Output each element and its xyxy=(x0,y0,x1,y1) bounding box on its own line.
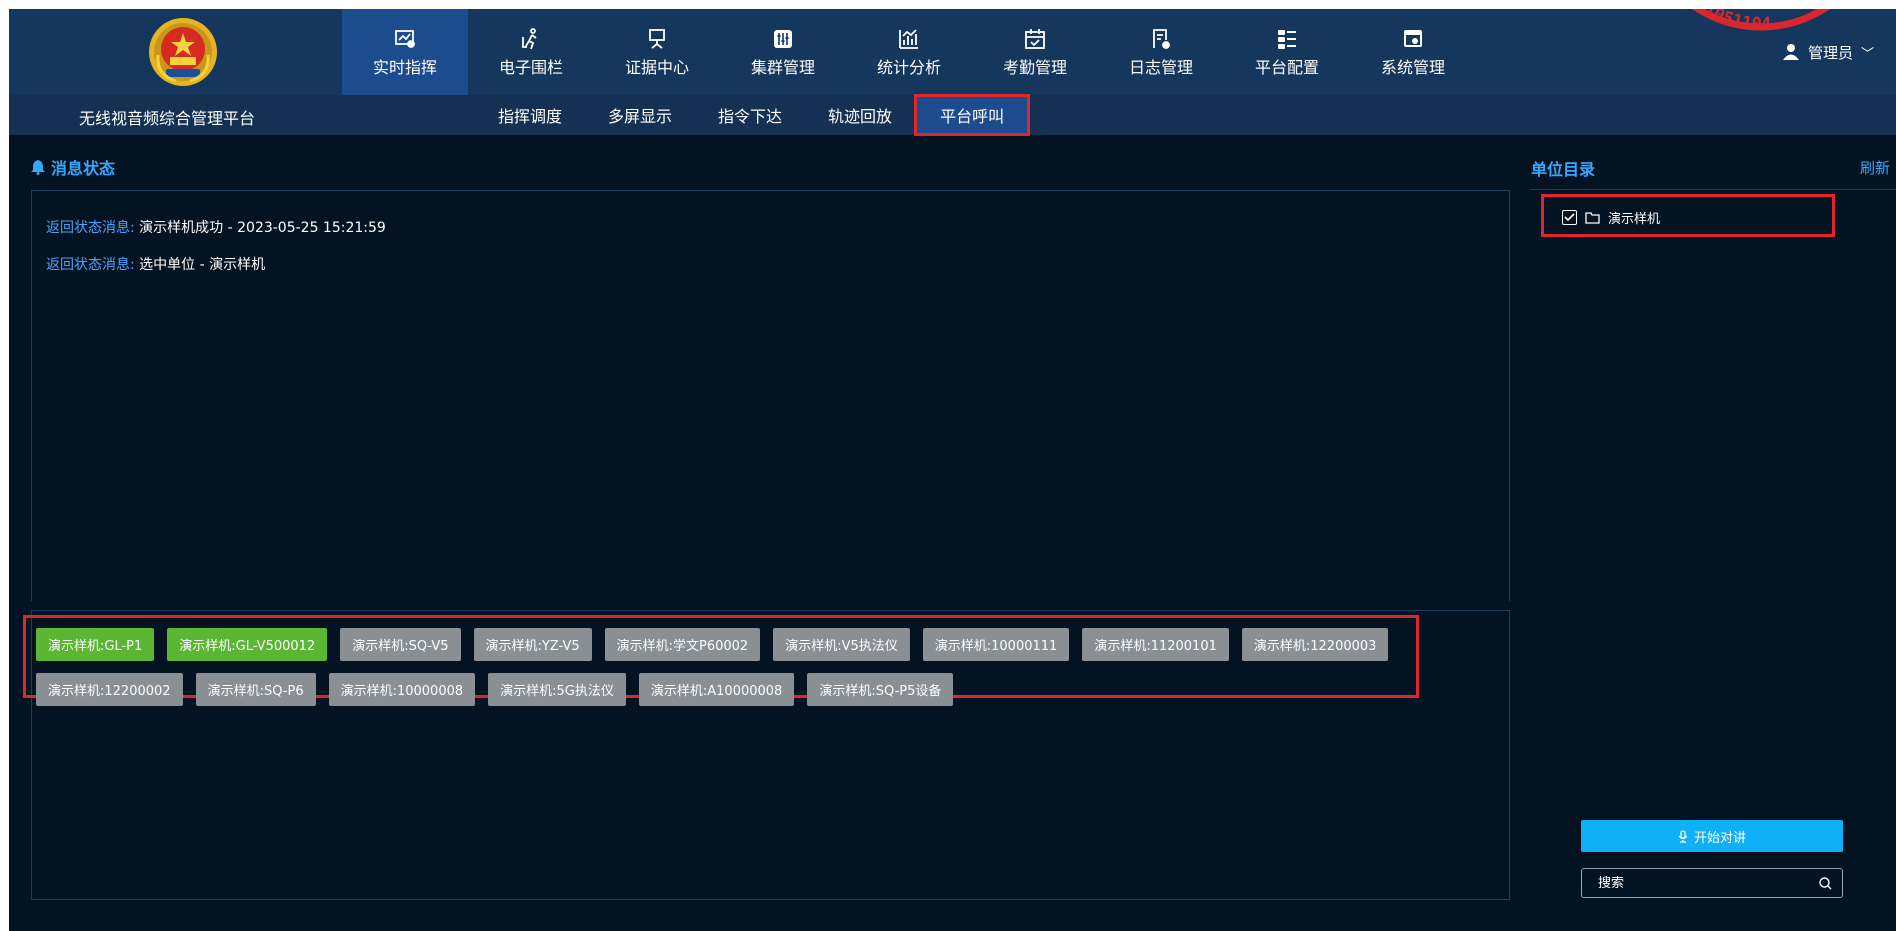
microphone-icon xyxy=(1678,829,1688,843)
search-box xyxy=(1581,868,1843,898)
window-gear-icon xyxy=(1400,26,1426,52)
search-input[interactable] xyxy=(1598,875,1819,891)
device-chip[interactable]: 演示样机:V5执法仪 xyxy=(773,628,910,661)
start-talk-button[interactable]: 开始对讲 xyxy=(1581,820,1843,852)
tab-track-playback[interactable]: 轨迹回放 xyxy=(805,95,915,135)
device-chip[interactable]: 演示样机:YZ-V5 xyxy=(473,628,592,661)
nav-label: 平台配置 xyxy=(1254,58,1319,77)
message-key: 返回状态消息: xyxy=(46,220,135,236)
device-chip[interactable]: 演示样机:12200002 xyxy=(36,673,183,706)
device-chip[interactable]: 演示样机:SQ-P6 xyxy=(195,673,316,706)
search-icon[interactable] xyxy=(1819,876,1832,890)
user-name: 管理员 xyxy=(1807,43,1853,62)
nav-label: 证据中心 xyxy=(624,58,689,77)
nav-item-evidence-center[interactable]: 证据中心 xyxy=(594,9,720,95)
nav-item-system-management[interactable]: 系统管理 xyxy=(1350,9,1476,95)
main-nav: 实时指挥 电子围栏 证据中心 集群管理 统计分析 考勤管理 日志管理 平台配置 … xyxy=(342,9,1476,95)
nav-item-realtime-command[interactable]: 实时指挥 xyxy=(342,9,468,95)
device-chip[interactable]: 演示样机:10000008 xyxy=(328,673,476,706)
message-line: 返回状态消息: 演示样机成功 - 2023-05-25 15:21:59 xyxy=(46,217,386,237)
nav-label: 电子围栏 xyxy=(498,58,563,77)
user-menu[interactable]: 管理员 ﹀ xyxy=(1782,41,1874,63)
device-chip[interactable]: 演示样机:GL-P1 xyxy=(36,628,155,661)
sliders-icon xyxy=(770,26,796,52)
nav-label: 系统管理 xyxy=(1380,58,1445,77)
device-chip[interactable]: 演示样机:学文P60002 xyxy=(604,628,761,661)
nav-item-log-management[interactable]: 日志管理 xyxy=(1098,9,1224,95)
device-chip[interactable]: 演示样机:A10000008 xyxy=(638,673,795,706)
nav-label: 统计分析 xyxy=(876,58,941,77)
start-talk-label: 开始对讲 xyxy=(1693,830,1746,846)
device-chip[interactable]: 演示样机:5G执法仪 xyxy=(488,673,626,706)
tab-multi-screen[interactable]: 多屏显示 xyxy=(585,95,695,135)
message-value: 演示样机成功 - 2023-05-25 15:21:59 xyxy=(139,220,386,236)
walking-person-icon xyxy=(518,26,544,52)
bell-icon xyxy=(31,159,45,175)
nav-label: 实时指挥 xyxy=(372,58,437,77)
check-icon xyxy=(1564,213,1575,222)
bar-chart-icon xyxy=(896,26,922,52)
nav-item-cluster-management[interactable]: 集群管理 xyxy=(720,9,846,95)
nav-item-geofence[interactable]: 电子围栏 xyxy=(468,9,594,95)
message-line: 返回状态消息: 选中单位 - 演示样机 xyxy=(46,254,265,274)
nav-label: 日志管理 xyxy=(1128,58,1193,77)
device-list: 演示样机:GL-P1 演示样机:GL-V500012 演示样机:SQ-V5 演示样机:… xyxy=(36,628,1416,706)
user-icon xyxy=(1782,44,1799,60)
divider xyxy=(1531,189,1896,190)
sub-header: 无线视音频综合管理平台 指挥调度 多屏显示 指令下达 轨迹回放 平台呼叫 xyxy=(9,94,1896,136)
nav-label: 考勤管理 xyxy=(1002,58,1067,77)
police-emblem-icon xyxy=(149,18,217,86)
device-chip[interactable]: 演示样机:12200003 xyxy=(1241,628,1389,661)
nav-label: 集群管理 xyxy=(750,58,815,77)
message-key: 返回状态消息: xyxy=(46,257,135,273)
device-chip[interactable]: 演示样机:SQ-P5设备 xyxy=(807,673,954,706)
refresh-link[interactable]: 刷新 xyxy=(1860,157,1890,178)
nav-item-platform-config[interactable]: 平台配置 xyxy=(1224,9,1350,95)
app-window: 实时指挥 电子围栏 证据中心 集群管理 统计分析 考勤管理 日志管理 平台配置 … xyxy=(9,9,1896,931)
monitor-chart-icon xyxy=(392,26,418,52)
nav-item-attendance[interactable]: 考勤管理 xyxy=(972,9,1098,95)
calendar-check-icon xyxy=(1022,26,1048,52)
log-document-icon xyxy=(1148,26,1174,52)
tab-dispatch[interactable]: 指挥调度 xyxy=(475,95,585,135)
device-chip[interactable]: 演示样机:10000111 xyxy=(922,628,1070,661)
message-title-text: 消息状态 xyxy=(51,159,116,178)
message-status-title: 消息状态 xyxy=(31,155,115,179)
tree-node-label: 演示样机 xyxy=(1608,212,1661,227)
device-chip[interactable]: 演示样机:GL-V500012 xyxy=(167,628,328,661)
kiosk-icon xyxy=(644,26,670,52)
tab-platform-call[interactable]: 平台呼叫 xyxy=(914,94,1031,136)
checkbox[interactable] xyxy=(1562,210,1577,225)
chevron-down-icon: ﹀ xyxy=(1860,46,1874,62)
message-panel: 返回状态消息: 演示样机成功 - 2023-05-25 15:21:59 返回状… xyxy=(31,190,1510,601)
platform-name: 无线视音频综合管理平台 xyxy=(79,109,256,128)
top-header: 实时指挥 电子围栏 证据中心 集群管理 统计分析 考勤管理 日志管理 平台配置 … xyxy=(9,9,1896,95)
list-config-icon xyxy=(1274,26,1300,52)
nav-item-statistics[interactable]: 统计分析 xyxy=(846,9,972,95)
message-value: 选中单位 - 演示样机 xyxy=(139,257,266,273)
device-chip[interactable]: 演示样机:SQ-V5 xyxy=(340,628,461,661)
device-chip[interactable]: 演示样机:11200101 xyxy=(1082,628,1229,661)
folder-icon xyxy=(1585,211,1600,224)
sub-nav: 指挥调度 多屏显示 指令下达 轨迹回放 平台呼叫 xyxy=(475,94,1031,136)
tree-node-unit[interactable]: 演示样机 xyxy=(1562,208,1660,227)
tab-command-issue[interactable]: 指令下达 xyxy=(695,95,805,135)
unit-directory-title: 单位目录 xyxy=(1531,160,1596,179)
